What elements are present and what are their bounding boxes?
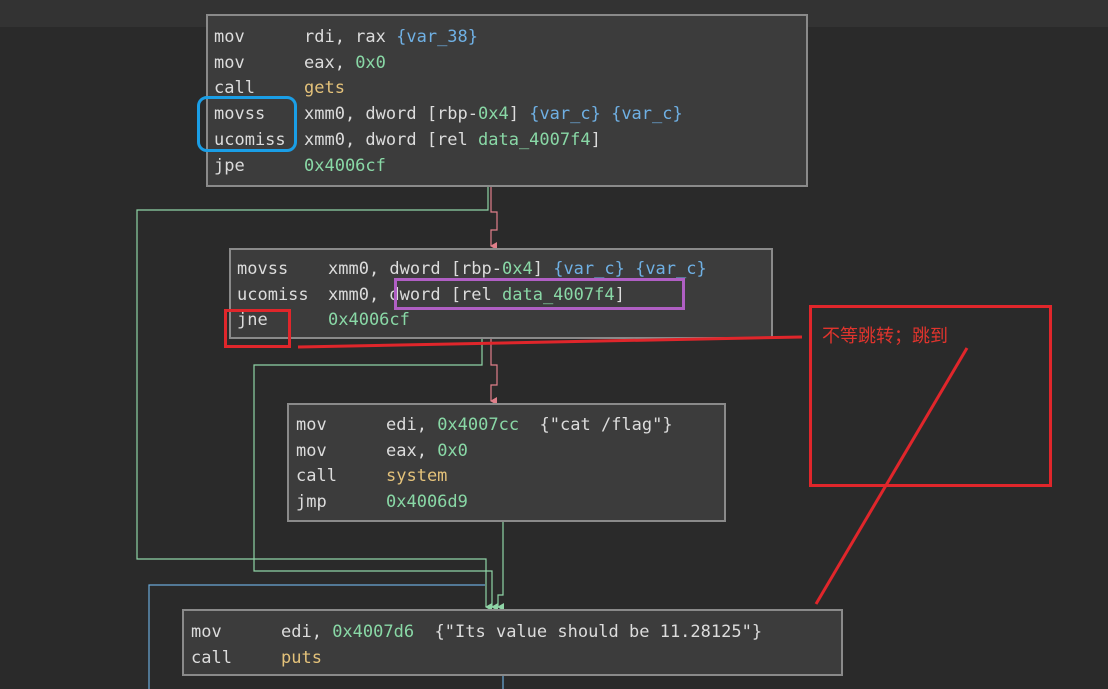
annotation-note: 不等跳转；跳到 <box>822 326 948 347</box>
annotation-underline <box>297 335 803 349</box>
annotation-arrow-line <box>814 347 969 605</box>
